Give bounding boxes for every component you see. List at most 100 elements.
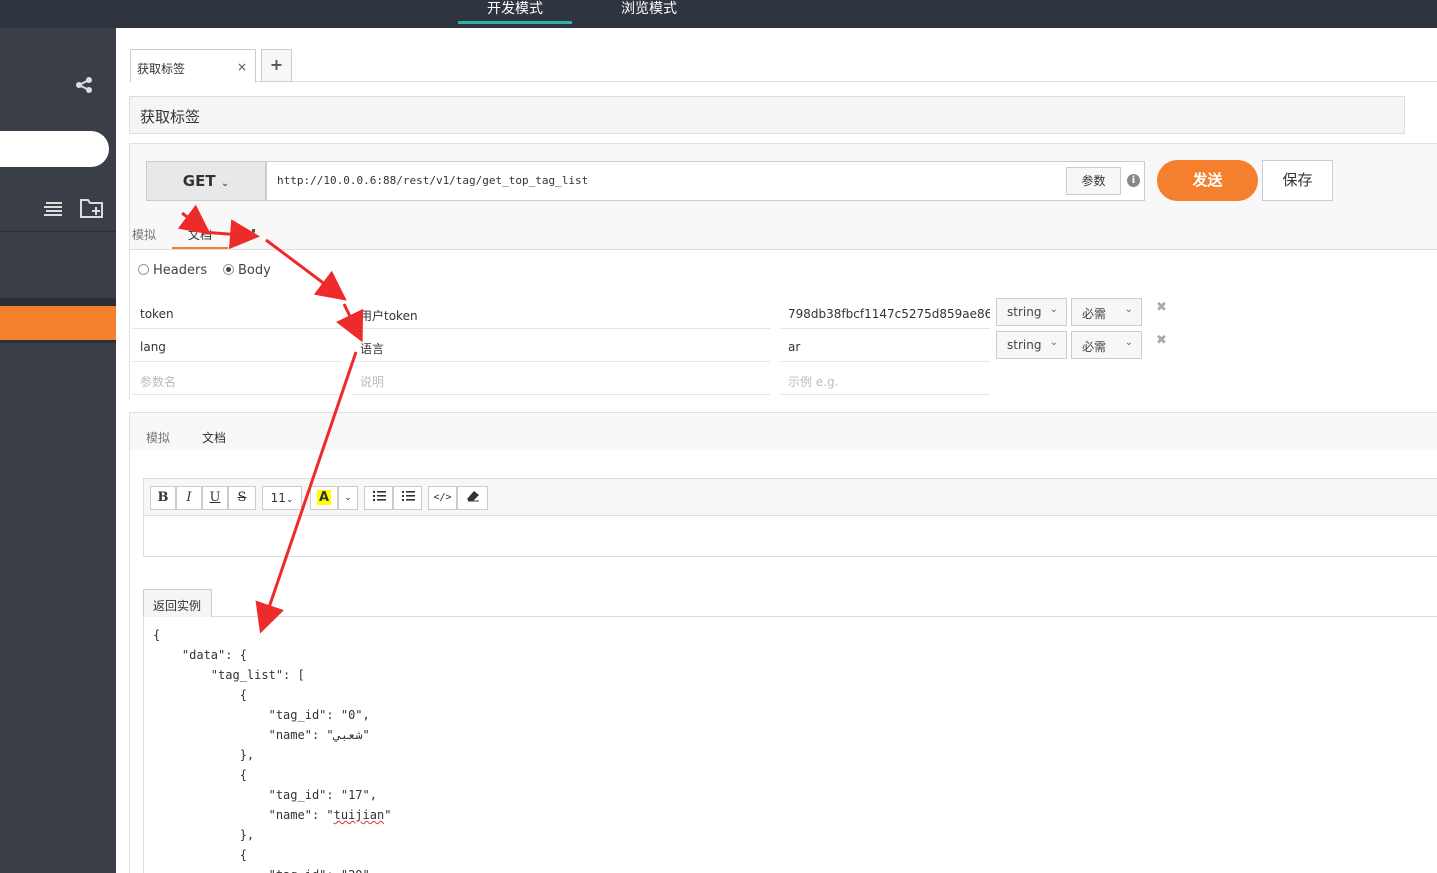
body-radio-label: Body xyxy=(238,263,271,278)
param-required-select[interactable]: 必需 ⌄ xyxy=(1071,331,1142,359)
code-content: { "data": { "tag_list": [ { "tag_id": "0… xyxy=(144,617,1437,873)
strikethrough-button[interactable]: S xyxy=(228,486,256,510)
method-label: GET xyxy=(182,172,216,190)
chevron-down-icon: ⌄ xyxy=(1049,337,1058,348)
delete-row-icon[interactable]: ✖ xyxy=(1156,333,1167,348)
font-size-select[interactable]: 11⌄ xyxy=(262,486,302,510)
param-type-select[interactable]: string ⌄ xyxy=(996,331,1067,359)
send-button[interactable]: 发送 xyxy=(1157,160,1258,201)
code-line: "name": "tuijian" xyxy=(153,808,392,822)
param-row-empty: 参数名 说明 示例 e.g. xyxy=(130,366,1437,399)
numbered-list-button[interactable] xyxy=(393,486,422,510)
param-type-select[interactable]: string ⌄ xyxy=(996,298,1067,326)
bullet-list-icon xyxy=(372,490,386,502)
api-name-input[interactable]: 获取标签 xyxy=(129,96,1405,134)
response-panel: 模拟 文档 B I U S 11⌄ A ⌄ </> 返回实例 {"data":… xyxy=(129,412,1437,873)
highlight-letter: A xyxy=(316,490,332,505)
close-icon[interactable]: × xyxy=(237,60,247,74)
param-example-field[interactable]: 798db38fbcf1147c5275d859ae86b1 xyxy=(780,300,990,329)
delete-row-icon[interactable]: ✖ xyxy=(1156,300,1167,315)
doc-text-area[interactable] xyxy=(143,516,1437,557)
body-radio[interactable]: Body xyxy=(223,263,271,278)
param-name-field[interactable]: token xyxy=(132,300,342,329)
param-desc-input[interactable]: 说明 xyxy=(352,366,770,395)
sidebar-item-active[interactable] xyxy=(0,306,116,340)
info-icon[interactable]: i xyxy=(1127,174,1140,187)
code-line: "tag_id": "20", xyxy=(153,865,1437,873)
code-line: "tag_id": "17", xyxy=(153,788,377,802)
tab-doc[interactable]: 文档 xyxy=(186,429,242,452)
share-icon[interactable] xyxy=(74,76,94,94)
code-line: }, xyxy=(153,748,255,762)
chevron-down-icon: ⌄ xyxy=(220,178,230,189)
magnet-icon[interactable] xyxy=(243,228,257,242)
bold-button[interactable]: B xyxy=(150,486,176,510)
return-example-editor[interactable]: { "data": { "tag_list": [ { "tag_id": "0… xyxy=(143,617,1437,873)
tab-browse-mode[interactable]: 浏览模式 xyxy=(600,0,698,24)
chevron-down-icon: ⌄ xyxy=(1124,304,1133,315)
tab-dev-mode[interactable]: 开发模式 xyxy=(458,0,572,24)
sidebar-divider xyxy=(0,231,116,232)
radio-dot xyxy=(138,264,149,275)
bullet-list-button[interactable] xyxy=(364,486,393,510)
font-size-value: 11 xyxy=(270,491,286,505)
request-subtabs: 模拟 文档 xyxy=(130,226,1437,250)
headers-radio[interactable]: Headers xyxy=(138,263,207,278)
param-example-field[interactable]: ar xyxy=(780,333,990,362)
add-tab-button[interactable]: + xyxy=(261,49,292,82)
param-required-value: 必需 xyxy=(1082,340,1107,354)
tab-mock[interactable]: 模拟 xyxy=(132,226,156,249)
method-select[interactable]: GET ⌄ xyxy=(146,161,266,201)
eraser-icon xyxy=(466,491,479,502)
param-row: lang 语言 ar string ⌄ 必需 ⌄ ✖ xyxy=(130,331,1437,366)
param-name-input[interactable]: 参数名 xyxy=(132,366,342,395)
list-icon[interactable] xyxy=(42,200,64,218)
code-line: "tag_list": [ xyxy=(153,668,305,682)
save-button[interactable]: 保存 xyxy=(1262,160,1333,201)
code-line: }, xyxy=(153,828,255,842)
code-line: "name": "شعبي" xyxy=(153,728,370,742)
top-bar: 开发模式 浏览模式 xyxy=(0,0,1437,28)
numbered-list-icon xyxy=(401,491,415,501)
highlight-dropdown[interactable]: ⌄ xyxy=(338,486,358,510)
api-tab-bar: 获取标签 × + xyxy=(130,48,1437,83)
sidebar xyxy=(0,28,116,873)
api-tab[interactable]: 获取标签 × xyxy=(130,49,256,83)
italic-button[interactable]: I xyxy=(176,486,202,510)
add-folder-icon[interactable] xyxy=(79,197,105,219)
sidebar-divider xyxy=(0,340,116,343)
sidebar-search-box[interactable] xyxy=(0,131,109,167)
tab-doc[interactable]: 文档 xyxy=(172,226,228,249)
chevron-down-icon: ⌄ xyxy=(285,495,294,505)
url-input[interactable]: http://10.0.0.6:88/rest/v1/tag/get_top_t… xyxy=(266,161,1145,201)
param-row: token 用户token 798db38fbcf1147c5275d859ae… xyxy=(130,298,1437,333)
radio-dot-selected xyxy=(223,264,234,275)
code-button[interactable]: </> xyxy=(428,486,457,510)
param-required-value: 必需 xyxy=(1082,307,1107,321)
param-name-field[interactable]: lang xyxy=(132,333,342,362)
code-line: { xyxy=(153,768,247,782)
request-panel: GET ⌄ http://10.0.0.6:88/rest/v1/tag/get… xyxy=(129,143,1437,400)
code-line: "tag_id": "0", xyxy=(153,708,370,722)
tab-return-example[interactable]: 返回实例 xyxy=(143,589,212,617)
params-button[interactable]: 参数 xyxy=(1066,167,1121,195)
code-line: "data": { xyxy=(153,648,247,662)
highlight-button[interactable]: A xyxy=(310,486,338,510)
main-panel: 获取标签 × + 获取标签 GET ⌄ http://10.0.0.6:88/r… xyxy=(116,28,1437,873)
code-icon: </> xyxy=(433,492,452,503)
param-desc-field[interactable]: 语言 xyxy=(352,333,770,362)
chevron-down-icon: ⌄ xyxy=(344,493,352,503)
param-desc-field[interactable]: 用户token xyxy=(352,300,770,329)
editor-toolbar: B I U S 11⌄ A ⌄ </> xyxy=(143,478,1437,516)
chevron-down-icon: ⌄ xyxy=(1049,304,1058,315)
tab-mock[interactable]: 模拟 xyxy=(146,429,170,452)
api-tab-label: 获取标签 xyxy=(137,62,186,76)
param-required-select[interactable]: 必需 ⌄ xyxy=(1071,298,1142,326)
code-line: { xyxy=(153,848,247,862)
response-subtabs: 模拟 文档 xyxy=(130,429,1437,452)
param-example-input[interactable]: 示例 e.g. xyxy=(780,366,990,395)
headers-radio-label: Headers xyxy=(153,263,208,278)
clear-format-button[interactable] xyxy=(457,486,488,510)
sidebar-divider xyxy=(0,298,116,306)
underline-button[interactable]: U xyxy=(202,486,228,510)
